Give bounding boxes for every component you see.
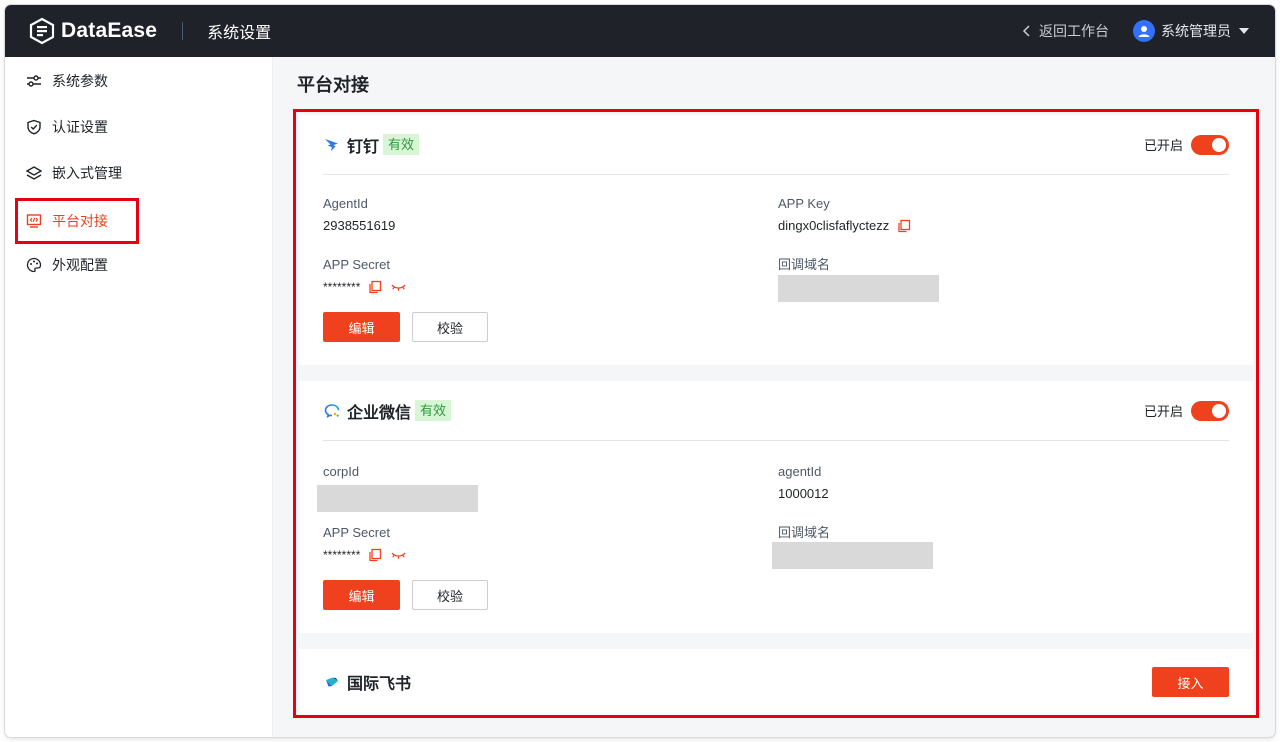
switch-label: 已开启 <box>1143 404 1183 419</box>
logo[interactable]: DataEase <box>28 17 157 45</box>
sidebar-item-appearance[interactable]: 外观配置 <box>15 244 139 286</box>
app-window: DataEase 系统设置 返回工作台 系统管理员 系统参数 认证设置 嵌入式管… <box>5 5 1275 737</box>
copy-icon[interactable] <box>897 219 911 233</box>
appkey-value: dingx0clisfaflyctezz <box>778 218 890 233</box>
platform-name: 企业微信 <box>347 404 412 422</box>
connect-group: 接入 <box>1152 667 1229 697</box>
caret-down-icon <box>1239 28 1249 34</box>
shield-icon <box>27 119 41 135</box>
sidebar-item-label: 嵌入式管理 <box>52 165 122 181</box>
appsecret-field: APP Secret ******** <box>323 256 407 296</box>
user-menu[interactable]: 系统管理员 <box>1133 20 1249 42</box>
dingtalk-icon <box>325 138 338 151</box>
top-bar: DataEase 系统设置 返回工作台 系统管理员 <box>5 5 1275 57</box>
avatar <box>1133 20 1155 42</box>
platform-name: 国际飞书 <box>347 676 412 693</box>
agentid-field: agentId 1000012 <box>778 463 829 503</box>
field-label: 回调域名 <box>778 257 831 272</box>
header-divider <box>182 22 184 40</box>
wecom-card-header: 企业微信 有效 已开启 <box>323 381 1229 441</box>
wecom-enable-switch[interactable] <box>1191 400 1229 421</box>
redacted-value <box>772 542 933 569</box>
back-label: 返回工作台 <box>1039 23 1109 39</box>
callback-domain-field: 回调域名 <box>778 256 830 274</box>
field-label: corpId <box>323 464 360 479</box>
field-value: ******** <box>323 278 407 296</box>
lark-card-header: 国际飞书 接入 <box>323 649 1229 715</box>
dingtalk-card: 钉钉 有效 已开启 AgentId 2938551619 APP Key din… <box>299 115 1253 365</box>
field-label: 回调域名 <box>778 525 831 540</box>
agentid-value: 1000012 <box>778 486 829 501</box>
switch-group: 已开启 <box>1143 400 1229 421</box>
lark-icon <box>326 677 338 687</box>
corpid-field: corpId <box>323 463 359 481</box>
appsecret-value: ******** <box>323 548 361 562</box>
wecom-edit-button[interactable]: 编辑 <box>323 580 400 610</box>
dataease-logo-icon <box>29 17 55 45</box>
user-icon <box>1138 26 1150 37</box>
field-label: agentId <box>778 464 822 479</box>
status-badge: 有效 <box>415 400 452 421</box>
agentid-value: 2938551619 <box>323 218 396 233</box>
field-value: ******** <box>323 546 407 564</box>
dingtalk-verify-button[interactable]: 校验 <box>412 312 488 342</box>
wecom-card: 企业微信 有效 已开启 corpId agentId 1000012 APP S… <box>299 381 1253 633</box>
lark-card: 国际飞书 接入 <box>299 649 1253 715</box>
platform-list: 钉钉 有效 已开启 AgentId 2938551619 APP Key din… <box>293 109 1259 718</box>
sidebar-item-platform[interactable]: 平台对接 <box>15 198 139 244</box>
sidebar-item-auth-settings[interactable]: 认证设置 <box>15 106 139 148</box>
main-content: 平台对接 钉钉 有效 已开启 AgentId 2938551619 APP Ke… <box>273 57 1275 737</box>
field-label: APP Secret <box>323 257 390 272</box>
dingtalk-enable-switch[interactable] <box>1191 134 1229 155</box>
lark-connect-button[interactable]: 接入 <box>1152 667 1229 697</box>
field-label: AgentId <box>323 196 368 211</box>
field-value: dingx0clisfaflyctezz <box>778 217 911 235</box>
field-value: 1000012 <box>778 485 829 503</box>
sliders-icon <box>27 75 41 87</box>
sidebar-item-system-params[interactable]: 系统参数 <box>15 60 139 102</box>
monitor-code-icon <box>26 214 42 228</box>
dingtalk-card-header: 钉钉 有效 已开启 <box>323 115 1229 175</box>
copy-icon[interactable] <box>368 548 382 562</box>
sidebar-item-label: 认证设置 <box>52 119 108 135</box>
appsecret-field: APP Secret ******** <box>323 524 407 564</box>
user-name: 系统管理员 <box>1161 23 1231 39</box>
sidebar: 系统参数 认证设置 嵌入式管理 平台对接 外观配置 <box>5 57 273 737</box>
copy-icon[interactable] <box>368 280 382 294</box>
layers-icon <box>26 166 42 180</box>
section-title: 系统设置 <box>207 25 272 42</box>
eye-closed-icon[interactable] <box>390 548 407 562</box>
callback-domain-field: 回调域名 <box>778 524 830 542</box>
header-right: 返回工作台 系统管理员 <box>1021 5 1249 57</box>
field-label: APP Secret <box>323 525 390 540</box>
appkey-field: APP Key dingx0clisfaflyctezz <box>778 195 911 235</box>
status-badge: 有效 <box>383 134 420 155</box>
sidebar-item-label: 外观配置 <box>52 257 108 273</box>
switch-label: 已开启 <box>1143 138 1183 153</box>
agentid-field: AgentId 2938551619 <box>323 195 395 235</box>
palette-icon <box>26 257 42 273</box>
sidebar-item-label: 系统参数 <box>52 73 108 89</box>
field-label: APP Key <box>778 196 830 211</box>
chevron-left-icon <box>1022 25 1030 37</box>
eye-closed-icon[interactable] <box>390 280 407 294</box>
page-title: 平台对接 <box>297 75 369 95</box>
back-to-workbench-link[interactable]: 返回工作台 <box>1021 21 1109 41</box>
redacted-value <box>778 275 939 302</box>
app-name: DataEase <box>61 19 158 42</box>
sidebar-item-embedded[interactable]: 嵌入式管理 <box>15 152 139 194</box>
redacted-value <box>317 485 478 512</box>
field-value: 2938551619 <box>323 217 395 235</box>
platform-name: 钉钉 <box>347 138 380 156</box>
appsecret-value: ******** <box>323 280 361 294</box>
dingtalk-edit-button[interactable]: 编辑 <box>323 312 400 342</box>
sidebar-item-label: 平台对接 <box>52 213 108 229</box>
wecom-verify-button[interactable]: 校验 <box>412 580 488 610</box>
switch-group: 已开启 <box>1143 134 1229 155</box>
wecom-icon <box>324 403 340 418</box>
